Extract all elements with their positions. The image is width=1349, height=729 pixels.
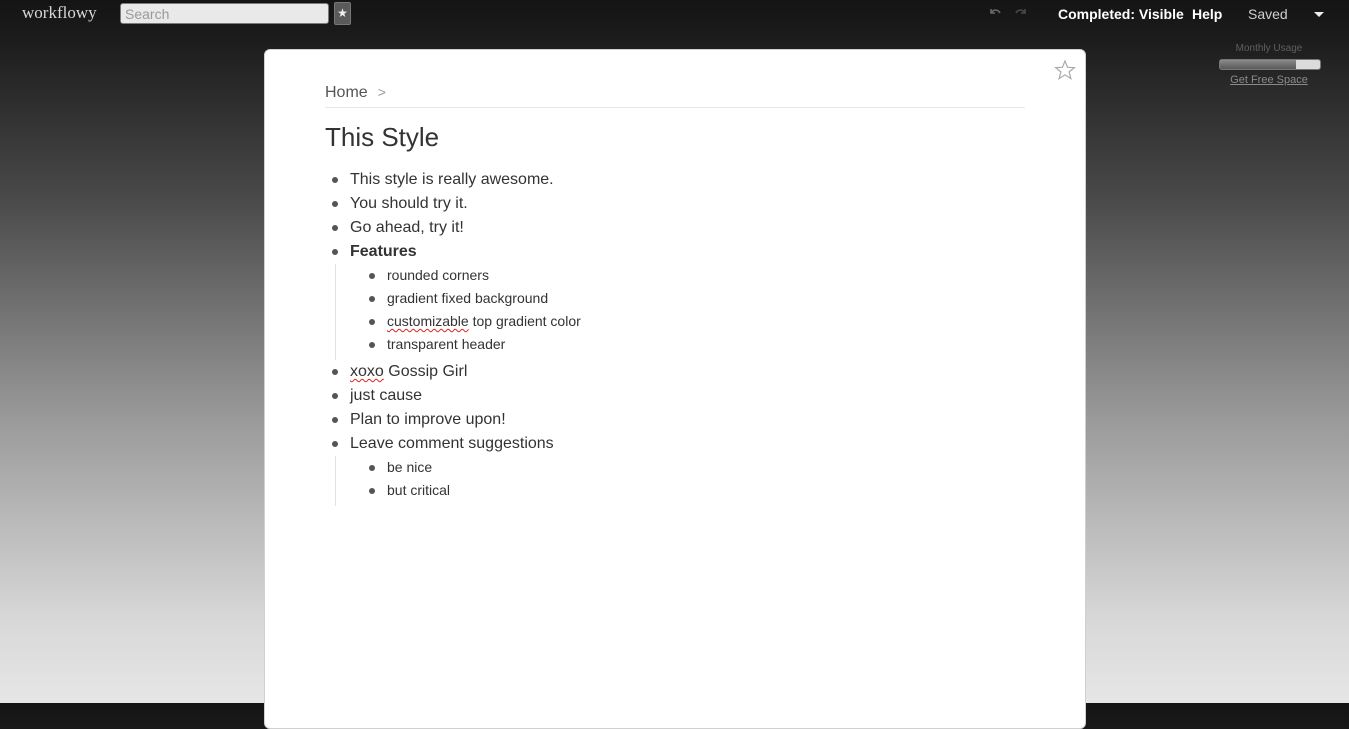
search-input[interactable] — [120, 3, 329, 24]
get-free-space-link[interactable]: Get Free Space — [1219, 74, 1319, 86]
list-item[interactable]: transparent header — [336, 333, 1025, 356]
list-item[interactable]: Features — [325, 240, 1025, 264]
item-text[interactable]: rounded corners — [387, 267, 489, 283]
item-text[interactable]: transparent header — [387, 336, 505, 352]
usage-progress-fill — [1220, 60, 1296, 69]
outline-page: Home > This Style This style is really aw… — [264, 49, 1086, 729]
top-header: workflowy ★ Completed: Visible Help Save… — [0, 0, 1349, 28]
list-item[interactable]: but critical — [336, 479, 1025, 502]
item-text[interactable]: Go ahead, try it! — [350, 219, 464, 236]
usage-progress-bar — [1219, 59, 1321, 70]
bullet-icon[interactable] — [332, 441, 338, 447]
monthly-usage-label: Monthly Usage — [1235, 43, 1303, 54]
redo-icon[interactable] — [1013, 4, 1029, 20]
breadcrumb-home[interactable]: Home — [325, 84, 368, 101]
item-text[interactable]: You should try it. — [350, 195, 468, 212]
item-text[interactable]: be nice — [387, 459, 432, 475]
outline-list: This style is really awesome. You should… — [325, 168, 1025, 506]
item-text-misspelled[interactable]: customizable — [387, 313, 469, 329]
bullet-icon[interactable] — [332, 369, 338, 375]
bullet-icon[interactable] — [332, 201, 338, 207]
item-text[interactable]: Leave comment suggestions — [350, 435, 554, 452]
breadcrumb: Home > — [325, 84, 1025, 108]
bullet-icon[interactable] — [369, 273, 375, 279]
app-logo[interactable]: workflowy — [22, 3, 97, 23]
item-text[interactable]: gradient fixed background — [387, 290, 548, 306]
list-item[interactable]: gradient fixed background — [336, 287, 1025, 310]
list-item[interactable]: customizable top gradient color — [336, 310, 1025, 333]
completed-toggle[interactable]: Completed: Visible — [1058, 6, 1184, 22]
item-text[interactable]: just cause — [350, 387, 422, 404]
help-link[interactable]: Help — [1192, 6, 1222, 22]
breadcrumb-separator: > — [377, 84, 386, 100]
item-text[interactable]: Gossip Girl — [384, 363, 467, 380]
list-item[interactable]: xoxo Gossip Girl — [325, 360, 1025, 384]
list-item[interactable]: be nice — [336, 456, 1025, 479]
item-text[interactable]: Plan to improve upon! — [350, 411, 506, 428]
bullet-icon[interactable] — [369, 296, 375, 302]
list-item[interactable]: Leave comment suggestions — [325, 432, 1025, 456]
item-text-misspelled[interactable]: xoxo — [350, 363, 384, 380]
list-item[interactable]: Plan to improve upon! — [325, 408, 1025, 432]
item-text[interactable]: but critical — [387, 482, 450, 498]
bullet-icon[interactable] — [332, 249, 338, 255]
starred-button[interactable]: ★ — [334, 2, 351, 25]
list-item[interactable]: You should try it. — [325, 192, 1025, 216]
child-list: be nice but critical — [335, 456, 1025, 506]
save-status: Saved — [1248, 6, 1288, 22]
star-icon[interactable] — [1054, 59, 1076, 81]
undo-icon[interactable] — [987, 4, 1003, 20]
page-title[interactable]: This Style — [325, 122, 439, 153]
bullet-icon[interactable] — [369, 319, 375, 325]
list-item[interactable]: just cause — [325, 384, 1025, 408]
list-item[interactable]: This style is really awesome. — [325, 168, 1025, 192]
bullet-icon[interactable] — [369, 465, 375, 471]
bullet-icon[interactable] — [332, 393, 338, 399]
chevron-down-icon[interactable] — [1314, 12, 1324, 17]
child-list: rounded corners gradient fixed backgroun… — [335, 264, 1025, 360]
item-text[interactable]: top gradient color — [469, 313, 581, 329]
item-text[interactable]: This style is really awesome. — [350, 171, 554, 188]
bullet-icon[interactable] — [369, 342, 375, 348]
bullet-icon[interactable] — [332, 177, 338, 183]
bullet-icon[interactable] — [332, 225, 338, 231]
bullet-icon[interactable] — [332, 417, 338, 423]
list-item[interactable]: Go ahead, try it! — [325, 216, 1025, 240]
list-item[interactable]: rounded corners — [336, 264, 1025, 287]
item-text[interactable]: Features — [350, 243, 417, 260]
bullet-icon[interactable] — [369, 488, 375, 494]
